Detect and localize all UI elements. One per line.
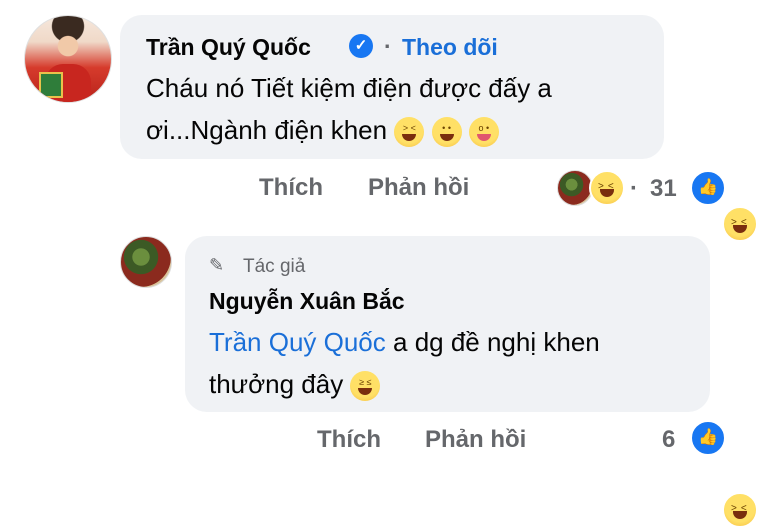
grinning-emoji-icon: • •: [431, 117, 462, 148]
verified-badge-icon: ✓: [349, 34, 373, 58]
commenter-avatar[interactable]: [24, 15, 112, 103]
comment-author-name[interactable]: Trần Quý Quốc: [146, 34, 311, 61]
reply-text-line1: Trần Quý Quốc a dg đề nghị khen: [209, 322, 600, 362]
comment-text-line2-row: ơi...Ngành điện khen > < • • o •: [146, 110, 499, 150]
reply-text-line2-row: thưởng đây ≥ ≤: [209, 364, 381, 404]
reply-action-button[interactable]: Phản hồi: [368, 174, 469, 202]
mention-link[interactable]: Trần Quý Quốc: [209, 327, 386, 357]
crying-emoji-icon: ≥ ≤: [350, 371, 381, 402]
separator-dot: ·: [384, 33, 392, 59]
comment-text-line2: ơi...Ngành điện khen: [146, 115, 388, 145]
reply-text: a dg đề nghị khen: [385, 327, 600, 357]
reply-text-line2: thưởng đây: [209, 369, 344, 399]
haha-reaction-icon: ><: [722, 492, 758, 528]
like-reaction-icon: 👍: [690, 420, 726, 456]
haha-reaction-icon: ><: [722, 206, 758, 242]
reactor-avatar: [557, 170, 593, 206]
reply-like-button[interactable]: Thích: [317, 426, 381, 454]
haha-reaction-icon: ><: [589, 170, 625, 206]
zany-face-emoji-icon: o •: [468, 117, 499, 148]
follow-button[interactable]: Theo dõi: [402, 34, 498, 61]
reply-author-avatar[interactable]: [120, 236, 172, 288]
pencil-icon: ✎: [209, 255, 225, 275]
reply-author-name[interactable]: Nguyễn Xuân Bắc: [209, 288, 405, 315]
reaction-separator: ·: [630, 175, 638, 202]
comment-text-line1: Cháu nó Tiết kiệm điện được đấy a: [146, 73, 552, 103]
reply-reply-button[interactable]: Phản hồi: [425, 426, 526, 454]
avatar-book: [39, 72, 63, 98]
rolling-laughing-emoji-icon: > <: [394, 117, 425, 148]
author-badge: Tác giả: [243, 256, 306, 277]
like-action-button[interactable]: Thích: [259, 174, 323, 202]
like-reaction-icon: 👍: [690, 170, 726, 206]
reply-reaction-count[interactable]: 6: [662, 426, 675, 454]
reaction-count[interactable]: 31: [650, 175, 677, 203]
